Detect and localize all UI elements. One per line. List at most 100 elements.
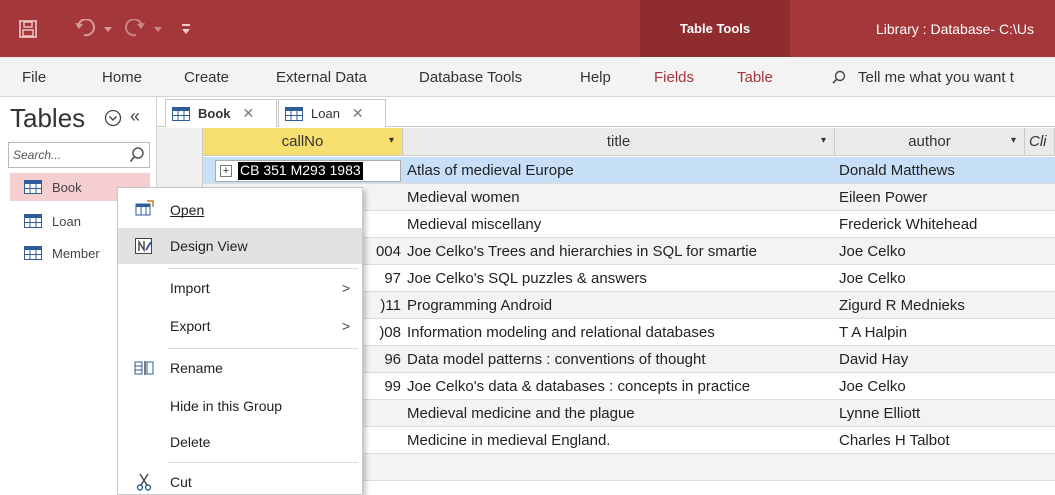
menu-item-cut[interactable]: Cut: [118, 464, 362, 495]
cell-author[interactable]: David Hay: [835, 346, 1025, 372]
tab-help[interactable]: Help: [580, 57, 611, 97]
sort-filter-dropdown-icon[interactable]: ▾: [821, 135, 826, 146]
cell-author[interactable]: Zigurd R Mednieks: [835, 292, 1025, 318]
cell-author[interactable]: T A Halpin: [835, 319, 1025, 345]
cell-author[interactable]: Joe Celko: [835, 373, 1025, 399]
cell-author[interactable]: Lynne Elliott: [835, 400, 1025, 426]
table-icon: [285, 106, 303, 121]
cell-author[interactable]: Frederick Whitehead: [835, 211, 1025, 237]
doc-tab-loan[interactable]: Loan ✕: [278, 99, 386, 127]
sort-filter-dropdown-icon[interactable]: ▾: [389, 135, 394, 146]
cell-author[interactable]: Joe Celko: [835, 238, 1025, 264]
title-bar: Table Tools Library : Database- C:\Us: [0, 0, 1055, 57]
nav-pane-title[interactable]: Tables: [10, 103, 85, 134]
tab-fields[interactable]: Fields: [654, 57, 694, 97]
cell-title[interactable]: Medicine in medieval England.: [403, 427, 835, 453]
cell-title[interactable]: Medieval miscellany: [403, 211, 835, 237]
close-icon[interactable]: ✕: [243, 105, 255, 122]
column-header-title[interactable]: title ▾: [403, 128, 835, 156]
tab-home[interactable]: Home: [102, 57, 142, 97]
customize-qat-icon[interactable]: [181, 0, 191, 57]
cell-title[interactable]: Joe Celko's data & databases : concepts …: [403, 373, 835, 399]
cell-title[interactable]: Joe Celko's Trees and hierarchies in SQL…: [403, 238, 835, 264]
menu-item-label: Design View: [170, 238, 248, 254]
menu-item-rename[interactable]: Rename: [118, 350, 362, 386]
column-header-label: author: [908, 133, 951, 150]
scissors-icon: [136, 473, 152, 491]
tab-database-tools[interactable]: Database Tools: [419, 57, 522, 97]
chevron-right-icon: >: [341, 318, 350, 334]
callno-selected-text: CB 351 M293 1983: [238, 162, 363, 180]
cell-title[interactable]: Medieval women: [403, 184, 835, 210]
chevron-right-icon: >: [341, 280, 350, 296]
cell-author[interactable]: Charles H Talbot: [835, 427, 1025, 453]
tab-external-data[interactable]: External Data: [276, 57, 367, 97]
context-menu: Open Design View Import > Export > Renam…: [117, 187, 363, 495]
chevron-down-circle-icon[interactable]: [104, 109, 122, 127]
menu-item-design-view[interactable]: Design View: [118, 228, 362, 264]
ribbon-tabs: File Home Create External Data Database …: [0, 57, 1055, 97]
menu-item-label: Hide in this Group: [170, 398, 283, 414]
cell-author[interactable]: Donald Matthews: [835, 157, 1025, 183]
callno-edit-box[interactable]: + CB 351 M293 1983: [215, 160, 401, 182]
search-icon: [832, 70, 846, 84]
menu-item-label: Export: [170, 318, 211, 334]
expand-plus-icon[interactable]: +: [220, 165, 232, 177]
doc-tab-book[interactable]: Book ✕: [165, 99, 277, 127]
menu-item-label: Delete: [170, 434, 211, 450]
nav-item-label: Loan: [52, 213, 81, 229]
save-icon[interactable]: [18, 0, 38, 57]
cell-title[interactable]: Atlas of medieval Europe: [403, 157, 835, 183]
open-table-icon: [135, 200, 154, 216]
table-row[interactable]: + CB 351 M293 1983 Atlas of medieval Eur…: [203, 157, 1055, 184]
column-header-label: Cli: [1029, 133, 1047, 150]
cell-title[interactable]: Medieval medicine and the plague: [403, 400, 835, 426]
table-icon: [24, 214, 42, 228]
column-header-author[interactable]: author ▾: [835, 128, 1025, 156]
menu-item-label: Import: [170, 280, 210, 296]
menu-item-label: Rename: [170, 360, 223, 376]
cell-title[interactable]: Joe Celko's SQL puzzles & answers: [403, 265, 835, 291]
sort-filter-dropdown-icon[interactable]: ▾: [1011, 135, 1016, 146]
tab-file[interactable]: File: [22, 57, 46, 97]
document-tabs: Book ✕ Loan ✕: [157, 97, 1055, 127]
column-header-label: callNo: [281, 133, 324, 150]
cell-title[interactable]: Information modeling and relational data…: [403, 319, 835, 345]
collapse-pane-icon[interactable]: «: [130, 106, 140, 127]
menu-item-delete[interactable]: Delete: [118, 424, 362, 460]
cell-author[interactable]: Eileen Power: [835, 184, 1025, 210]
undo-icon[interactable]: [74, 0, 118, 57]
rename-icon: [134, 361, 154, 375]
tab-create[interactable]: Create: [184, 57, 229, 97]
cell-title[interactable]: Data model patterns : conventions of tho…: [403, 346, 835, 372]
table-icon: [24, 180, 42, 194]
table-tools-context-label: Table Tools: [640, 0, 790, 57]
cell-author[interactable]: Joe Celko: [835, 265, 1025, 291]
menu-separator: [168, 348, 358, 349]
menu-item-label: Cut: [170, 474, 192, 490]
menu-item-import[interactable]: Import >: [118, 270, 362, 306]
menu-item-export[interactable]: Export >: [118, 308, 362, 344]
design-view-icon: [135, 238, 152, 254]
close-icon[interactable]: ✕: [352, 105, 364, 122]
nav-item-label: Member: [52, 245, 100, 261]
doc-tab-label: Loan: [311, 106, 340, 121]
cell-callno[interactable]: + CB 351 M293 1983: [203, 157, 403, 183]
nav-item-label: Book: [52, 179, 82, 195]
menu-item-open[interactable]: Open: [118, 192, 362, 228]
window-title: Library : Database- C:\Us: [876, 20, 1034, 37]
menu-separator: [168, 462, 358, 463]
menu-item-hide-in-group[interactable]: Hide in this Group: [118, 388, 362, 424]
cell-title[interactable]: Programming Android: [403, 292, 835, 318]
nav-search-input[interactable]: Search...: [8, 142, 150, 168]
menu-item-label: Open: [170, 202, 205, 218]
table-icon: [24, 246, 42, 260]
tell-me-box[interactable]: Tell me what you want t: [832, 57, 1055, 97]
table-icon: [172, 106, 190, 121]
tab-table[interactable]: Table: [737, 57, 773, 97]
column-header-callno[interactable]: callNo ▾: [203, 128, 403, 156]
search-icon: [129, 147, 144, 163]
column-header-click-to-add[interactable]: Cli: [1025, 128, 1055, 156]
doc-tab-label: Book: [198, 106, 231, 121]
redo-icon[interactable]: [124, 0, 168, 57]
